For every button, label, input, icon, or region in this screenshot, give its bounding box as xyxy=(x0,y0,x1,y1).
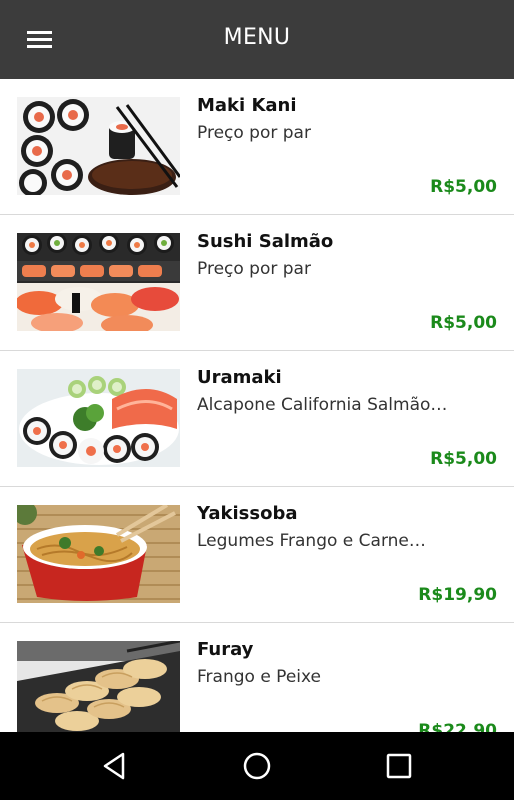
list-item[interactable]: Sushi Salmão Preço por par R$5,00 xyxy=(0,215,514,351)
app-bar: MENU xyxy=(0,0,514,79)
item-name: Yakissoba xyxy=(197,503,298,524)
back-icon[interactable] xyxy=(99,750,131,782)
page-title: MENU xyxy=(223,25,291,50)
item-description: Alcapone California Salmão… xyxy=(197,395,448,415)
dish-image xyxy=(17,505,180,603)
recents-icon[interactable] xyxy=(383,750,415,782)
item-description: Frango e Peixe xyxy=(197,667,322,687)
item-price: R$22,90 xyxy=(418,721,497,732)
list-item[interactable]: Uramaki Alcapone California Salmão… R$5,… xyxy=(0,351,514,487)
list-item[interactable]: Yakissoba Legumes Frango e Carne… R$19,9… xyxy=(0,487,514,623)
dish-image xyxy=(17,233,180,331)
item-name: Uramaki xyxy=(197,367,282,388)
dish-image xyxy=(17,641,180,732)
item-price: R$19,90 xyxy=(418,585,497,605)
home-icon[interactable] xyxy=(241,750,273,782)
item-description: Preço por par xyxy=(197,259,311,279)
item-name: Furay xyxy=(197,639,254,660)
item-price: R$5,00 xyxy=(430,449,497,469)
list-item[interactable]: Maki Kani Preço por par R$5,00 xyxy=(0,79,514,215)
item-description: Preço por par xyxy=(197,123,311,143)
item-name: Sushi Salmão xyxy=(197,231,334,252)
item-price: R$5,00 xyxy=(430,177,497,197)
item-name: Maki Kani xyxy=(197,95,297,116)
list-item[interactable]: Furay Frango e Peixe R$22,90 xyxy=(0,623,514,732)
system-navigation-bar xyxy=(0,732,514,800)
dish-image xyxy=(17,97,180,195)
item-description: Legumes Frango e Carne… xyxy=(197,531,426,551)
dish-image xyxy=(17,369,180,467)
menu-list[interactable]: Maki Kani Preço por par R$5,00 Sushi Sal… xyxy=(0,79,514,732)
item-price: R$5,00 xyxy=(430,313,497,333)
